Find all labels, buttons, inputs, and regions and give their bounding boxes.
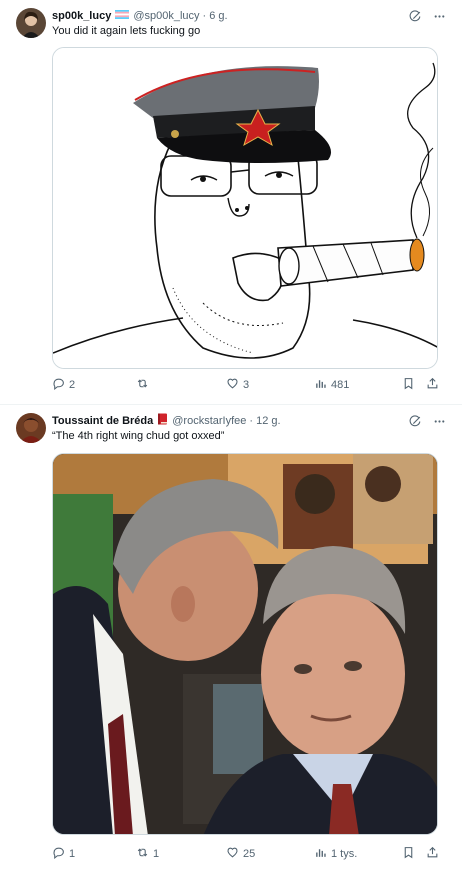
bookmark-button[interactable] [402, 846, 415, 862]
like-icon [226, 377, 239, 393]
reply-icon [52, 846, 65, 862]
views-count: 1 tys. [331, 848, 358, 860]
views-icon [314, 846, 327, 862]
tweet-actions: 1 1 25 1 tys. [52, 846, 438, 862]
like-count: 3 [243, 379, 250, 391]
bookmark-button[interactable] [402, 377, 415, 393]
views-count: 481 [331, 379, 350, 391]
tweet-image[interactable] [52, 453, 438, 835]
retweet-button[interactable]: 1 [136, 846, 159, 862]
tweet-text: “The 4th right wing chud got oxxed” [52, 430, 225, 442]
views-button[interactable]: 1 tys. [314, 846, 357, 862]
views-icon [314, 377, 327, 393]
reply-button[interactable]: 2 [52, 377, 75, 393]
reply-icon [52, 377, 65, 393]
retweet-icon [136, 846, 149, 862]
red-book-icon [157, 413, 168, 429]
tweet-header: Toussaint de Bréda @rockstarIyfee · 12 g… [52, 413, 446, 429]
photo-whisper-classroom-image [53, 454, 437, 834]
like-button[interactable]: 25 [226, 846, 255, 862]
grok-icon[interactable] [408, 9, 422, 23]
tweet-text: You did it again lets fucking go [52, 25, 201, 37]
reply-count: 1 [69, 848, 76, 860]
trans-flag-icon [115, 9, 130, 23]
retweet-count: 1 [153, 848, 160, 860]
retweet-icon [136, 377, 149, 393]
avatar[interactable] [16, 8, 46, 38]
timeline-feed: sp00k_lucy @sp00k_lucy · 6 g. You did it… [0, 0, 462, 870]
handle[interactable]: @rockstarIyfee [172, 414, 246, 428]
share-button[interactable] [426, 846, 439, 862]
grok-icon[interactable] [408, 414, 422, 428]
share-icon [426, 377, 439, 393]
tweet-header: sp00k_lucy @sp00k_lucy · 6 g. [52, 9, 446, 23]
header-actions [408, 9, 446, 23]
display-name[interactable]: Toussaint de Bréda [52, 414, 153, 428]
display-name[interactable]: sp00k_lucy [52, 9, 111, 23]
tweet-actions: 2 3 481 [52, 377, 438, 393]
reply-count: 2 [69, 379, 76, 391]
views-button[interactable]: 481 [314, 377, 349, 393]
bookmark-icon [402, 846, 415, 862]
handle[interactable]: @sp00k_lucy [133, 9, 199, 23]
share-icon [426, 846, 439, 862]
timestamp[interactable]: 12 g. [256, 414, 280, 428]
retweet-button[interactable] [136, 377, 153, 393]
like-button[interactable]: 3 [226, 377, 249, 393]
timestamp[interactable]: 6 g. [209, 9, 227, 23]
like-icon [226, 846, 239, 862]
like-count: 25 [243, 848, 256, 860]
more-icon[interactable] [432, 414, 446, 428]
more-icon[interactable] [432, 9, 446, 23]
header-actions [408, 414, 446, 428]
reply-button[interactable]: 1 [52, 846, 75, 862]
share-button[interactable] [426, 377, 439, 393]
separator-dot: · [249, 415, 254, 427]
wojak-soviet-cap-cigar-image [53, 48, 437, 368]
avatar[interactable] [16, 413, 46, 443]
bookmark-icon [402, 377, 415, 393]
tweet[interactable]: Toussaint de Bréda @rockstarIyfee · 12 g… [0, 405, 462, 870]
separator-dot: · [202, 10, 207, 22]
tweet-image[interactable] [52, 47, 438, 369]
tweet[interactable]: sp00k_lucy @sp00k_lucy · 6 g. You did it… [0, 0, 462, 405]
